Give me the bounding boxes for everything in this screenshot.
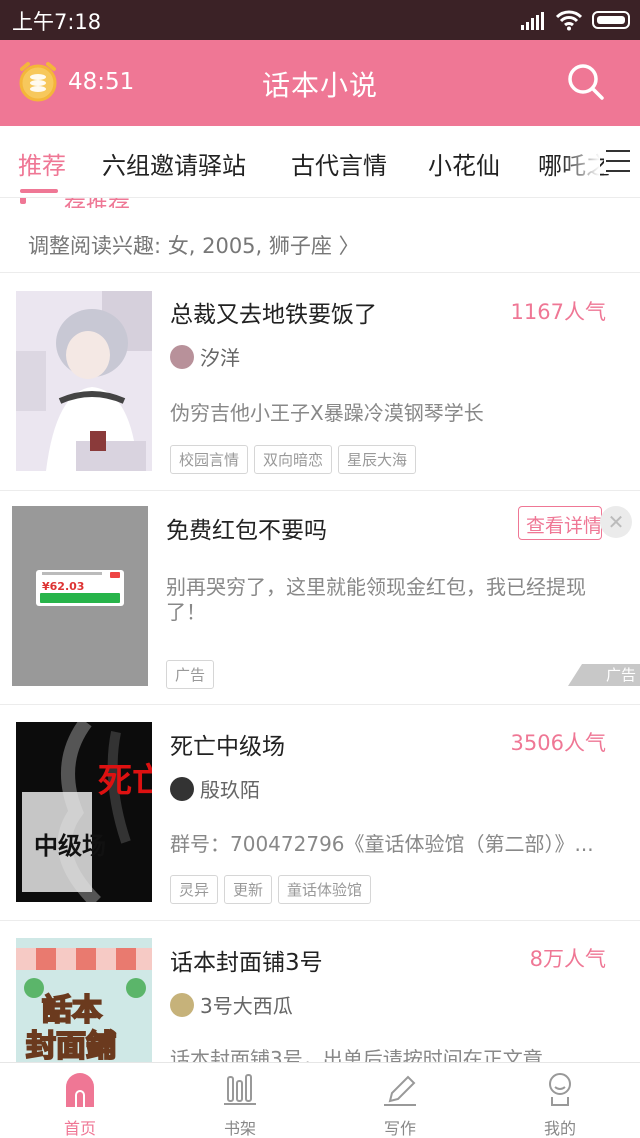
profile-icon <box>549 1073 571 1106</box>
book-author[interactable]: 汐洋 <box>170 342 240 371</box>
avatar <box>170 344 194 369</box>
bookshelf-icon <box>224 1074 256 1105</box>
book-tag[interactable]: 校园言情 <box>170 445 249 474</box>
pen-icon <box>384 1075 416 1106</box>
book-tags: 灵异 更新 童话体验馆 <box>170 875 377 904</box>
ad-image[interactable]: ¥62.03 <box>12 506 148 686</box>
book-tag[interactable]: 星辰大海 <box>338 445 417 474</box>
book-desc: 话本封面铺3号，出单后请按时间在正文章... <box>170 1047 562 1062</box>
divider <box>0 704 640 705</box>
section-bar <box>20 198 26 204</box>
ad-detail-button[interactable]: 查看详情 <box>518 506 602 540</box>
svg-text:死亡: 死亡 <box>98 761 152 801</box>
status-bar: 上午7:18 <box>0 0 640 40</box>
book-popularity: 3506人气 <box>510 731 606 755</box>
tabs-fade <box>560 126 600 197</box>
battery-icon <box>592 11 630 29</box>
nav-home-label: 首页 <box>63 1119 96 1138</box>
cover-illustration: 話本 封面鋪 <box>16 938 152 1062</box>
divider <box>0 490 640 491</box>
tab-xiaohuaxian[interactable]: 小花仙 <box>428 146 500 181</box>
tab-group-invite[interactable]: 六组邀请驿站 <box>102 146 246 181</box>
book-popularity: 8万人气 <box>529 947 606 971</box>
section-title: 荐推荐 <box>64 198 130 208</box>
ad-mark: 广告 <box>568 664 640 686</box>
book-title[interactable]: 话本封面铺3号 <box>170 943 323 977</box>
book-popularity: 1167人气 <box>510 300 606 324</box>
home-icon <box>66 1073 94 1107</box>
ad-card-illustration: ¥62.03 <box>36 570 124 606</box>
signal-icon <box>521 12 544 30</box>
app-header: 48:51 话本小说 <box>0 40 640 126</box>
avatar <box>170 776 194 801</box>
book-title[interactable]: 总裁又去地铁要饭了 <box>170 295 377 329</box>
ad-desc: 别再哭穷了，这里就能领现金红包，我已经提现了！ <box>166 575 586 624</box>
book-tag[interactable]: 更新 <box>224 875 273 904</box>
nav-profile[interactable]: 我的 <box>480 1063 640 1138</box>
wifi-icon <box>556 10 582 31</box>
search-icon[interactable] <box>566 62 606 102</box>
book-tag[interactable]: 双向暗恋 <box>254 445 333 474</box>
category-tabs: 推荐 六组邀请驿站 古代言情 小花仙 哪吒之 <box>0 126 640 198</box>
book-desc: 群号：700472796《童话体验馆（第二部）》... <box>170 832 594 856</box>
tab-recommend[interactable]: 推荐 <box>18 146 66 181</box>
svg-text:中级场: 中级场 <box>34 832 106 860</box>
avatar <box>170 992 194 1017</box>
book-tags: 校园言情 双向暗恋 星辰大海 <box>170 445 422 474</box>
book-desc: 伪穷吉他小王子X暴躁冷漠钢琴学长 <box>170 401 484 425</box>
nav-home[interactable]: 首页 <box>0 1063 160 1138</box>
divider <box>0 920 640 921</box>
cover-illustration: 死亡 中级场 <box>16 722 152 902</box>
ad-tag: 广告 <box>166 660 215 689</box>
cover-illustration <box>16 291 152 471</box>
adjust-interest-link[interactable]: 调整阅读兴趣: 女, 2005, 狮子座 〉 <box>28 230 360 260</box>
book-title[interactable]: 死亡中级场 <box>170 727 285 761</box>
app-title: 话本小说 <box>261 69 378 102</box>
book-cover[interactable] <box>16 291 152 471</box>
divider <box>0 272 640 273</box>
nav-profile-label: 我的 <box>543 1119 576 1138</box>
svg-text:封面鋪: 封面鋪 <box>26 1029 116 1062</box>
nav-write-label: 写作 <box>383 1119 416 1138</box>
active-tab-indicator <box>20 189 58 193</box>
nav-bookshelf[interactable]: 书架 <box>160 1063 320 1138</box>
book-tag[interactable]: 灵异 <box>170 875 219 904</box>
book-author[interactable]: 3号大西瓜 <box>170 990 293 1019</box>
book-cover[interactable]: 話本 封面鋪 <box>16 938 152 1062</box>
book-tag[interactable]: 童话体验馆 <box>278 875 372 904</box>
nav-write[interactable]: 写作 <box>320 1063 480 1138</box>
menu-icon[interactable] <box>604 148 632 174</box>
bottom-nav: 首页 书架 写作 我的 <box>0 1062 640 1138</box>
book-cover[interactable]: 死亡 中级场 <box>16 722 152 902</box>
close-icon[interactable]: ✕ <box>600 506 632 538</box>
svg-text:話本: 話本 <box>42 993 102 1028</box>
ad-title[interactable]: 免费红包不要吗 <box>166 511 327 545</box>
status-time: 上午7:18 <box>12 10 102 34</box>
nav-bookshelf-label: 书架 <box>223 1119 256 1138</box>
section-header: 荐推荐 <box>20 198 180 208</box>
book-author[interactable]: 殷玖陌 <box>170 774 260 803</box>
tab-ancient-romance[interactable]: 古代言情 <box>291 146 387 181</box>
